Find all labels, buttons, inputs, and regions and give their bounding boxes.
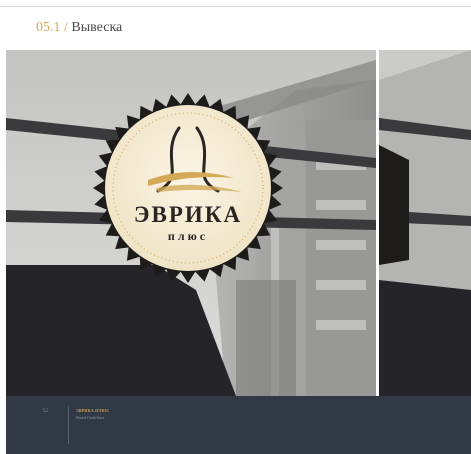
sign-name: ЭВРИКА — [134, 202, 242, 227]
sign-subtitle: плюс — [168, 229, 208, 243]
signage-photo-next — [379, 50, 471, 396]
footer-divider — [68, 406, 69, 444]
page-footer: 32 ЭВРИКА ПЛЮС Brand Guidelines — [6, 396, 471, 454]
section-number: 05.1 — [36, 20, 61, 35]
footer-brand: ЭВРИКА ПЛЮС — [76, 408, 110, 413]
section-heading: 05.1 / Вывеска — [36, 18, 122, 38]
section-separator: / — [60, 20, 72, 35]
top-rule — [0, 6, 471, 7]
section-title: Вывеска — [71, 20, 123, 35]
signage-photo: ЭВРИКА плюс — [6, 50, 376, 396]
footer-subtitle: Brand Guidelines — [76, 415, 105, 420]
page-number: 32 — [42, 408, 48, 414]
